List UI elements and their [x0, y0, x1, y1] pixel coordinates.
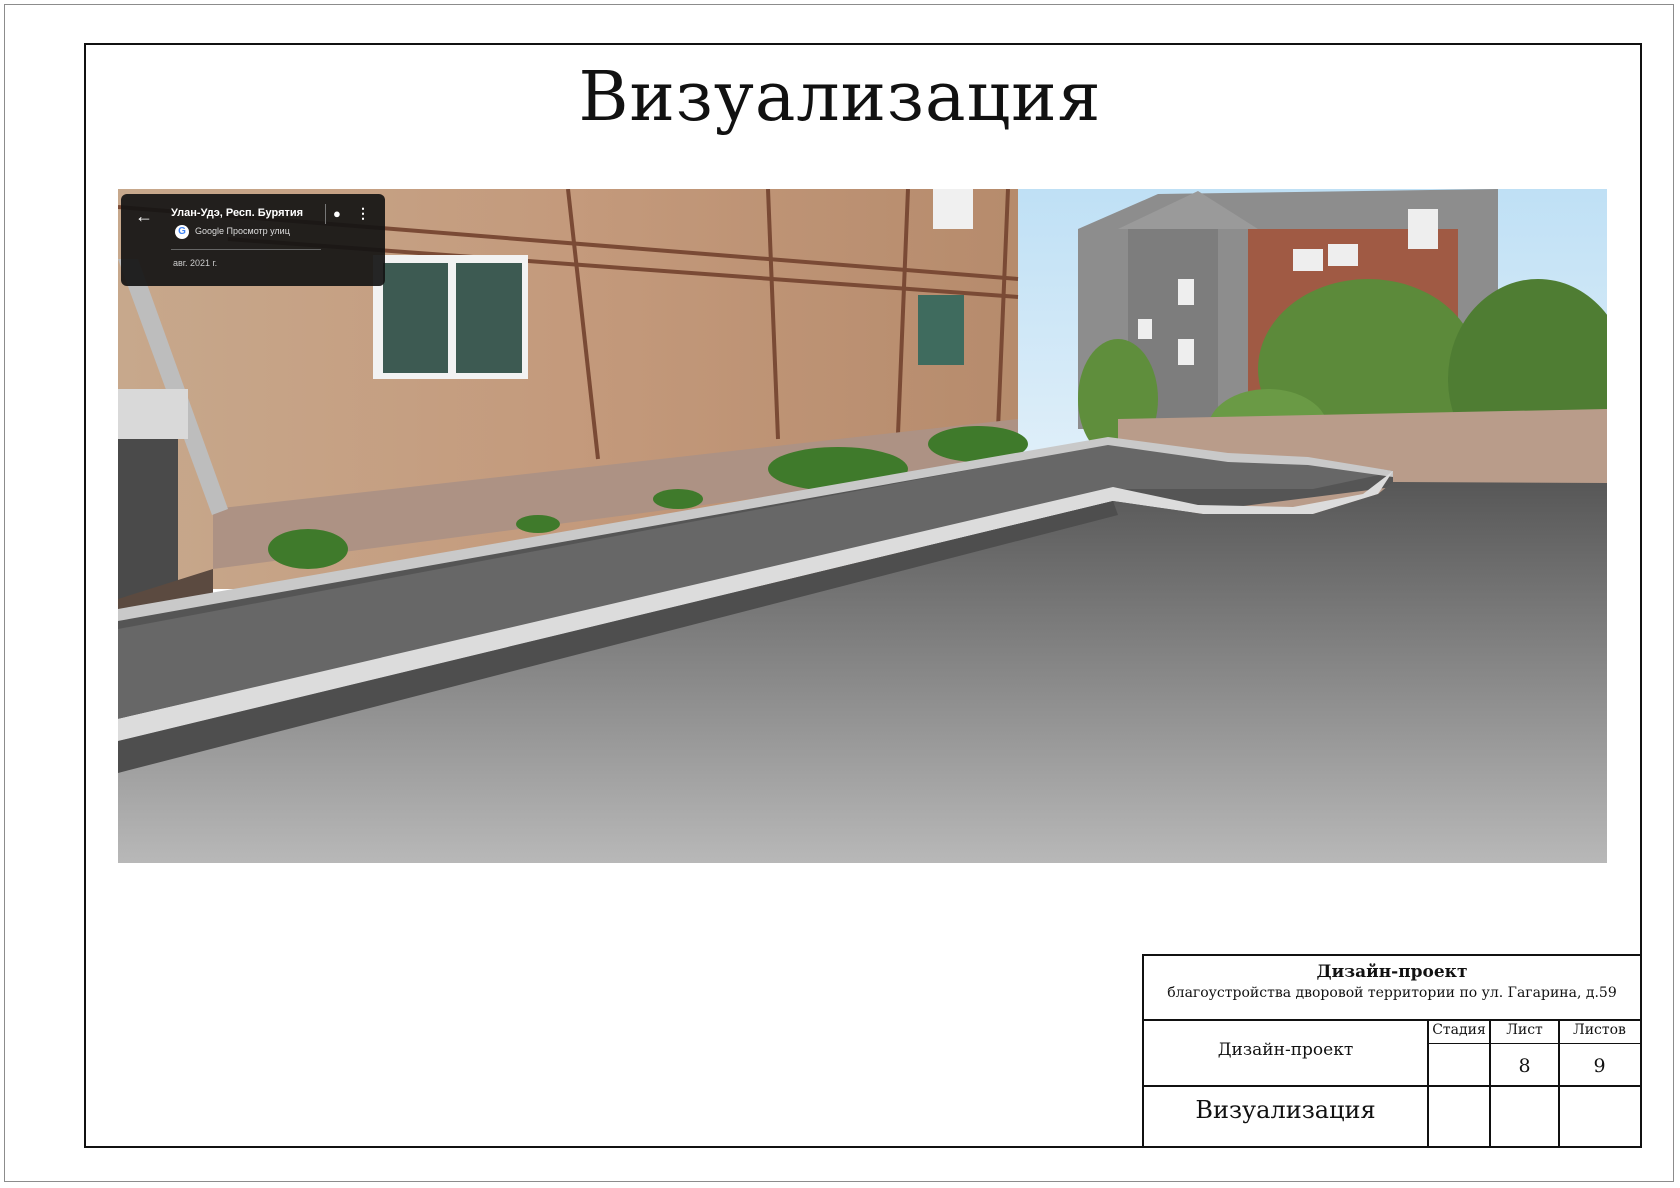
page-title: Визуализация: [578, 58, 1102, 137]
title-block-divider: [1427, 1043, 1640, 1044]
streetview-date: авг. 2021 г.: [173, 258, 218, 268]
streetview-location: Улан-Удэ, Респ. Бурятия: [171, 207, 304, 219]
sheets-header: Листов: [1573, 1022, 1626, 1038]
google-logo-icon: G: [175, 225, 189, 239]
streetview-separator: [325, 204, 326, 224]
title-block-divider: [1427, 1019, 1429, 1146]
title-block-divider: [1144, 1085, 1640, 1087]
title-block-divider: [1144, 1019, 1640, 1021]
sheet-header: Лист: [1506, 1022, 1543, 1038]
sheet-value: 8: [1518, 1055, 1531, 1077]
streetview-info-panel: ← Улан-Удэ, Респ. Бурятия G Google Просм…: [121, 194, 385, 286]
sheets-value: 9: [1593, 1055, 1606, 1077]
title-block-divider: [1489, 1019, 1491, 1146]
stage-header: Стадия: [1432, 1022, 1486, 1038]
title-block: Дизайн-проект благоустройства дворовой т…: [1142, 954, 1642, 1148]
sheet-name: Визуализация: [1195, 1096, 1376, 1124]
visualization-image: [118, 189, 1607, 863]
more-vert-icon[interactable]: ⋮: [356, 205, 370, 222]
streetview-divider: [171, 249, 321, 250]
arrow-left-icon[interactable]: ←: [135, 206, 153, 227]
location-pin-icon[interactable]: ●: [333, 206, 341, 221]
project-title: Дизайн-проект: [1316, 962, 1468, 982]
project-subtitle: благоустройства дворовой территории по у…: [1167, 985, 1617, 1001]
doc-type: Дизайн-проект: [1217, 1040, 1354, 1060]
title-block-divider: [1558, 1019, 1560, 1146]
streetview-source: Google Просмотр улиц: [195, 226, 290, 236]
